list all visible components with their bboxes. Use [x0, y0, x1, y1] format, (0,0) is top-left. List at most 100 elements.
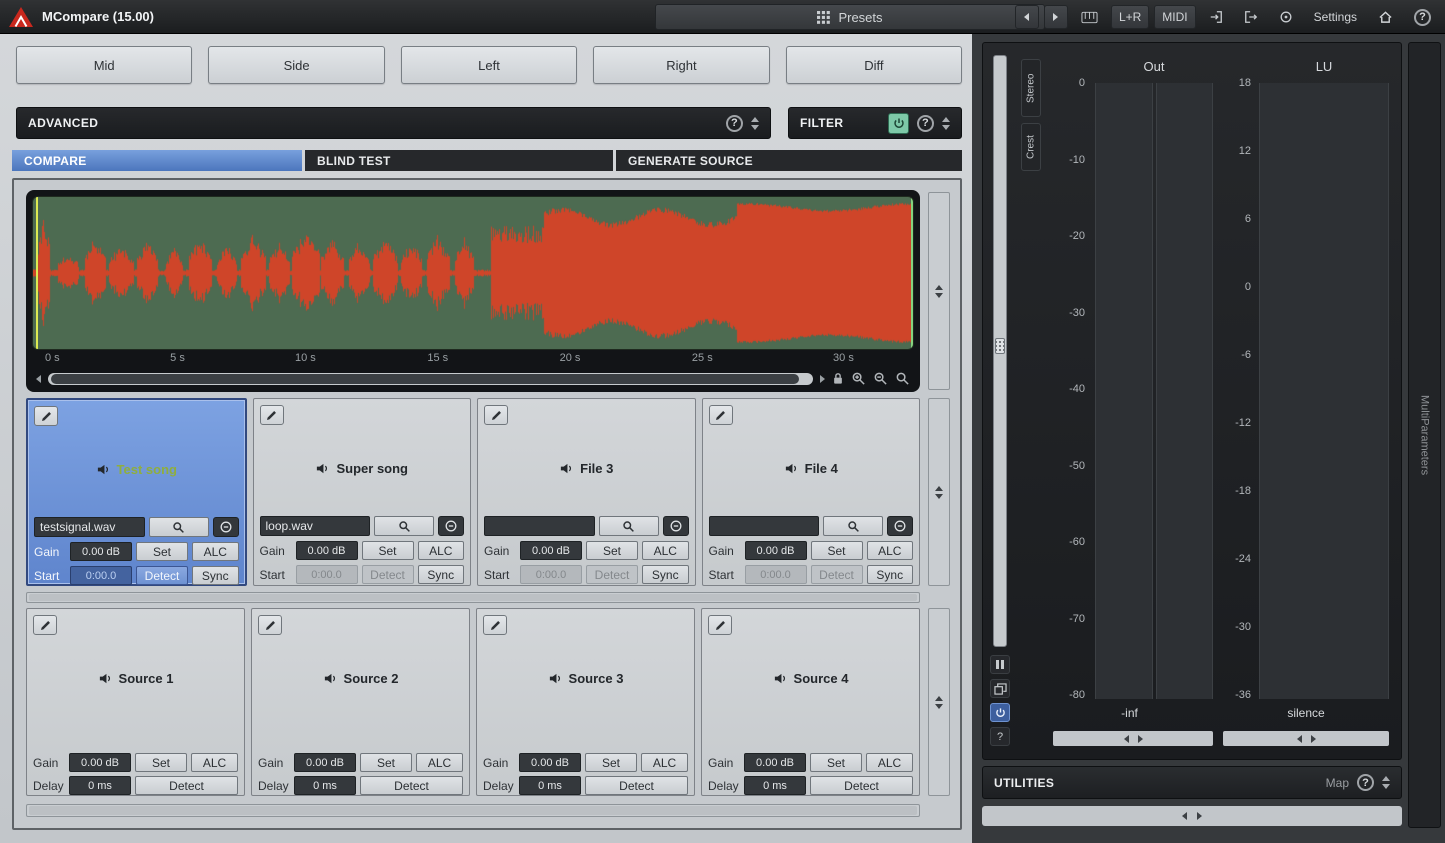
meter-toggle-icon-button[interactable]: [1271, 5, 1301, 29]
start-detect-button[interactable]: Detect: [362, 565, 414, 584]
source-slot-1[interactable]: Source 1 Gain 0.00 dB Set ALC Delay 0 ms…: [26, 608, 245, 796]
gain-set-button[interactable]: Set: [585, 753, 637, 772]
gain-set-button[interactable]: Set: [362, 541, 414, 560]
slots-horizontal-scrollbar[interactable]: [26, 592, 920, 603]
gain-set-button[interactable]: Set: [586, 541, 638, 560]
settings-button[interactable]: Settings: [1306, 5, 1365, 29]
gain-set-button[interactable]: Set: [360, 753, 412, 772]
zoom-in-icon[interactable]: [851, 371, 866, 386]
sync-button[interactable]: Sync: [418, 565, 465, 584]
channel-mode-button[interactable]: L+R: [1111, 5, 1149, 29]
gain-value-field[interactable]: 0.00 dB: [69, 753, 131, 772]
alc-button[interactable]: ALC: [641, 753, 688, 772]
browse-file-button[interactable]: [823, 516, 883, 536]
next-preset-button[interactable]: [1044, 5, 1068, 29]
tab-compare[interactable]: COMPARE: [12, 150, 302, 171]
edit-icon-button[interactable]: [484, 405, 508, 425]
file-slot-3[interactable]: File 3 Gain 0.00 dB Set ALC Start: [477, 398, 696, 586]
map-button[interactable]: Map: [1326, 776, 1349, 790]
start-value-field[interactable]: 0:00.0: [70, 566, 132, 585]
start-detect-button[interactable]: Detect: [811, 565, 863, 584]
previous-preset-button[interactable]: [1015, 5, 1039, 29]
alc-button[interactable]: ALC: [191, 753, 238, 772]
gain-value-field[interactable]: 0.00 dB: [744, 753, 806, 772]
gain-value-field[interactable]: 0.00 dB: [519, 753, 581, 772]
gain-set-button[interactable]: Set: [811, 541, 863, 560]
channel-button-left[interactable]: Left: [401, 46, 577, 84]
out-meter-scrollbar[interactable]: [1053, 731, 1213, 746]
edit-icon-button[interactable]: [258, 615, 282, 635]
zoom-out-icon[interactable]: [873, 371, 888, 386]
file-slot-1[interactable]: Test song testsignal.wav Gain 0.00 dB Se…: [26, 398, 247, 586]
start-value-field[interactable]: 0:00.0: [745, 565, 807, 584]
delay-detect-button[interactable]: Detect: [135, 776, 238, 795]
channel-button-mid[interactable]: Mid: [16, 46, 192, 84]
file-path-field[interactable]: [709, 516, 820, 536]
edit-icon-button[interactable]: [260, 405, 284, 425]
scroll-left-button[interactable]: [36, 375, 41, 383]
meter-popup-button[interactable]: [990, 679, 1010, 698]
source-slot-2[interactable]: Source 2 Gain 0.00 dB Set ALC Delay 0 ms…: [251, 608, 470, 796]
delay-value-field[interactable]: 0 ms: [294, 776, 356, 795]
meter-pause-button[interactable]: [990, 655, 1010, 674]
source-slot-3[interactable]: Source 3 Gain 0.00 dB Set ALC Delay 0 ms…: [476, 608, 695, 796]
scroll-right-button[interactable]: [820, 375, 825, 383]
advanced-bar[interactable]: ADVANCED ?: [16, 107, 771, 139]
alc-button[interactable]: ALC: [642, 541, 689, 560]
stereo-mode-button[interactable]: Stereo: [1021, 59, 1041, 117]
home-icon-button[interactable]: [1370, 5, 1401, 29]
utilities-help-button[interactable]: ?: [1357, 774, 1374, 791]
file-slots-scrollbar[interactable]: [928, 398, 950, 586]
gain-value-field[interactable]: 0.00 dB: [745, 541, 807, 560]
scroll-track[interactable]: [48, 373, 813, 385]
browse-file-button[interactable]: [599, 516, 659, 536]
start-detect-button[interactable]: Detect: [136, 566, 188, 585]
filter-spinner[interactable]: [942, 117, 950, 130]
waveform-vertical-zoom[interactable]: [928, 192, 950, 390]
source-slots-scrollbar[interactable]: [928, 608, 950, 796]
gain-set-button[interactable]: Set: [810, 753, 862, 772]
meter-help-button[interactable]: ?: [990, 727, 1010, 746]
gain-value-field[interactable]: 0.00 dB: [520, 541, 582, 560]
clear-file-button[interactable]: [213, 517, 239, 537]
utilities-bar[interactable]: UTILITIES Map ?: [982, 766, 1402, 799]
presets-button[interactable]: Presets: [655, 4, 1045, 30]
lock-icon[interactable]: [832, 372, 844, 385]
edit-icon-button[interactable]: [34, 406, 58, 426]
multiparameters-strip[interactable]: MultiParameters: [1408, 42, 1441, 828]
import-icon-button[interactable]: [1201, 5, 1231, 29]
zoom-fit-icon[interactable]: [895, 371, 910, 386]
start-detect-button[interactable]: Detect: [586, 565, 638, 584]
edit-icon-button[interactable]: [33, 615, 57, 635]
delay-detect-button[interactable]: Detect: [360, 776, 463, 795]
delay-value-field[interactable]: 0 ms: [744, 776, 806, 795]
alc-button[interactable]: ALC: [418, 541, 465, 560]
source-slot-4[interactable]: Source 4 Gain 0.00 dB Set ALC Delay 0 ms…: [701, 608, 920, 796]
bottom-horizontal-scrollbar[interactable]: [26, 804, 920, 817]
clear-file-button[interactable]: [663, 516, 689, 536]
clear-file-button[interactable]: [438, 516, 464, 536]
lu-meter-bar[interactable]: [1259, 83, 1389, 699]
help-button[interactable]: ?: [1406, 5, 1439, 29]
file-slot-2[interactable]: Super song loop.wav Gain 0.00 dB Set ALC: [253, 398, 472, 586]
slider-handle[interactable]: [995, 338, 1005, 354]
browse-file-button[interactable]: [149, 517, 209, 537]
utilities-spinner[interactable]: [1382, 776, 1390, 789]
filter-help-button[interactable]: ?: [917, 115, 934, 132]
clear-file-button[interactable]: [887, 516, 913, 536]
filter-bar[interactable]: FILTER ?: [788, 107, 962, 139]
edit-icon-button[interactable]: [709, 405, 733, 425]
out-meter-bars[interactable]: [1095, 83, 1213, 699]
alc-button[interactable]: ALC: [192, 542, 239, 561]
meter-range-slider[interactable]: [993, 55, 1007, 647]
advanced-spinner[interactable]: [751, 117, 759, 130]
keyboard-icon-button[interactable]: [1073, 5, 1106, 29]
waveform-display[interactable]: [32, 196, 914, 350]
delay-value-field[interactable]: 0 ms: [519, 776, 581, 795]
delay-detect-button[interactable]: Detect: [810, 776, 913, 795]
gain-value-field[interactable]: 0.00 dB: [296, 541, 358, 560]
channel-button-right[interactable]: Right: [593, 46, 769, 84]
start-value-field[interactable]: 0:00.0: [296, 565, 358, 584]
channel-button-side[interactable]: Side: [208, 46, 384, 84]
filter-power-button[interactable]: [888, 113, 909, 134]
